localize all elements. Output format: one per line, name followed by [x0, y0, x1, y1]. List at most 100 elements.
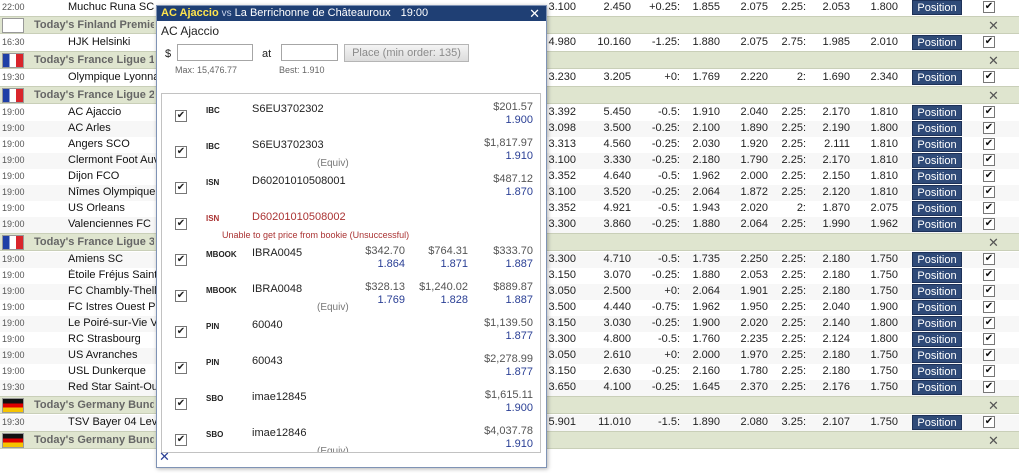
odds-cell[interactable]: 3.150 — [548, 269, 576, 281]
odds-cell[interactable]: 2.450 — [595, 1, 631, 13]
odds-cell[interactable]: 2: — [776, 71, 806, 83]
position-button[interactable]: Position — [912, 415, 962, 430]
bookie-odds[interactable]: 1.828 — [408, 294, 468, 306]
odds-cell[interactable]: 1.800 — [862, 333, 898, 345]
odds-cell[interactable]: 1.880 — [686, 218, 720, 230]
bookie-odds[interactable]: 1.900 — [473, 114, 533, 126]
odds-cell[interactable]: 2.180 — [686, 154, 720, 166]
row-checkbox[interactable]: ✔ — [983, 186, 995, 198]
odds-cell[interactable]: 3.230 — [548, 71, 576, 83]
odds-cell[interactable]: -0.25: — [640, 122, 680, 134]
row-checkbox[interactable]: ✔ — [983, 285, 995, 297]
odds-cell[interactable]: 1.890 — [732, 122, 768, 134]
odds-cell[interactable]: 2.150 — [812, 170, 850, 182]
odds-cell[interactable]: 2.190 — [812, 122, 850, 134]
odds-cell[interactable]: 3.030 — [595, 317, 631, 329]
odds-cell[interactable]: -0.25: — [640, 365, 680, 377]
odds-cell[interactable]: 2.160 — [686, 365, 720, 377]
stake-input[interactable] — [177, 44, 253, 61]
odds-cell[interactable]: 1.910 — [686, 106, 720, 118]
odds-cell[interactable]: 1.943 — [686, 202, 720, 214]
position-button[interactable]: Position — [912, 284, 962, 299]
odds-cell[interactable]: 3.352 — [548, 202, 576, 214]
close-icon[interactable]: ✕ — [988, 398, 999, 414]
odds-cell[interactable]: 1.962 — [862, 218, 898, 230]
odds-cell[interactable]: 1.780 — [732, 365, 768, 377]
row-checkbox[interactable]: ✔ — [983, 253, 995, 265]
position-button[interactable]: Position — [912, 348, 962, 363]
odds-cell[interactable]: 3.520 — [595, 186, 631, 198]
close-icon[interactable]: ✕ — [988, 88, 999, 104]
team-name[interactable]: Angers SCO — [68, 138, 156, 150]
row-checkbox[interactable]: ✔ — [983, 349, 995, 361]
row-checkbox[interactable]: ✔ — [983, 301, 995, 313]
odds-cell[interactable]: 1.810 — [862, 154, 898, 166]
row-checkbox[interactable]: ✔ — [983, 154, 995, 166]
odds-cell[interactable]: 2.25: — [776, 333, 806, 345]
odds-cell[interactable]: 2.630 — [595, 365, 631, 377]
odds-cell[interactable]: 2.064 — [732, 218, 768, 230]
odds-cell[interactable]: 1.800 — [862, 122, 898, 134]
odds-cell[interactable]: 1.810 — [862, 138, 898, 150]
position-button[interactable]: Position — [912, 169, 962, 184]
odds-cell[interactable]: 1.900 — [862, 301, 898, 313]
row-checkbox[interactable]: ✔ — [983, 269, 995, 281]
odds-cell[interactable]: 2.370 — [732, 381, 768, 393]
odds-cell[interactable]: 1.750 — [862, 349, 898, 361]
odds-cell[interactable]: 1.950 — [732, 301, 768, 313]
position-button[interactable]: Position — [912, 268, 962, 283]
bookie-odds[interactable]: 1.877 — [473, 366, 533, 378]
odds-cell[interactable]: 3.098 — [548, 122, 576, 134]
odds-cell[interactable]: 1.750 — [862, 269, 898, 281]
row-checkbox[interactable]: ✔ — [983, 218, 995, 230]
odds-cell[interactable]: 4.980 — [548, 36, 576, 48]
team-name[interactable]: Olympique Lyonnais — [68, 71, 156, 83]
odds-cell[interactable]: 2.25: — [776, 218, 806, 230]
odds-cell[interactable]: 2.25: — [776, 381, 806, 393]
odds-cell[interactable]: 1.790 — [732, 154, 768, 166]
odds-cell[interactable]: -0.5: — [640, 202, 680, 214]
odds-cell[interactable]: 1.750 — [862, 253, 898, 265]
team-name[interactable]: Clermont Foot Auvergne — [68, 154, 156, 166]
price-input[interactable] — [281, 44, 338, 61]
odds-cell[interactable]: -0.5: — [640, 333, 680, 345]
odds-cell[interactable]: 1.872 — [732, 186, 768, 198]
odds-cell[interactable]: 11.010 — [595, 416, 631, 428]
odds-cell[interactable]: 2.180 — [812, 349, 850, 361]
position-button[interactable]: Position — [912, 217, 962, 232]
bookie-odds[interactable]: 1.864 — [345, 258, 405, 270]
odds-cell[interactable]: 2.25: — [776, 253, 806, 265]
team-name[interactable]: AC Arles — [68, 122, 156, 134]
team-name[interactable]: Muchuc Runa SC — [68, 1, 156, 13]
position-button[interactable]: Position — [912, 380, 962, 395]
odds-cell[interactable]: -1.25: — [640, 36, 680, 48]
odds-cell[interactable]: 4.440 — [595, 301, 631, 313]
odds-cell[interactable]: 1.970 — [732, 349, 768, 361]
odds-cell[interactable]: 2.170 — [812, 106, 850, 118]
team-name[interactable]: Amiens SC — [68, 253, 156, 265]
odds-cell[interactable]: 3.070 — [595, 269, 631, 281]
place-order-button[interactable]: Place (min order: 135) — [344, 44, 469, 62]
row-checkbox[interactable]: ✔ — [983, 416, 995, 428]
odds-cell[interactable]: 1.962 — [686, 301, 720, 313]
odds-cell[interactable]: 3.500 — [548, 301, 576, 313]
odds-cell[interactable]: 3.300 — [548, 333, 576, 345]
odds-cell[interactable]: -0.25: — [640, 381, 680, 393]
odds-cell[interactable]: 2.064 — [686, 186, 720, 198]
odds-cell[interactable]: 2.111 — [812, 138, 850, 150]
odds-cell[interactable]: 1.900 — [686, 317, 720, 329]
row-checkbox[interactable]: ✔ — [983, 365, 995, 377]
odds-cell[interactable]: 2.053 — [812, 1, 850, 13]
odds-cell[interactable]: 1.985 — [812, 36, 850, 48]
odds-cell[interactable]: 2.053 — [732, 269, 768, 281]
odds-cell[interactable]: 2.030 — [686, 138, 720, 150]
odds-cell[interactable]: 2.176 — [812, 381, 850, 393]
bookie-odds[interactable]: 1.870 — [473, 186, 533, 198]
row-checkbox[interactable]: ✔ — [983, 202, 995, 214]
odds-cell[interactable]: 2.120 — [812, 186, 850, 198]
odds-cell[interactable]: 3.150 — [548, 365, 576, 377]
bookie-odds[interactable]: 1.877 — [473, 330, 533, 342]
odds-cell[interactable]: 3.050 — [548, 349, 576, 361]
odds-cell[interactable]: 3.392 — [548, 106, 576, 118]
odds-cell[interactable]: 4.560 — [595, 138, 631, 150]
